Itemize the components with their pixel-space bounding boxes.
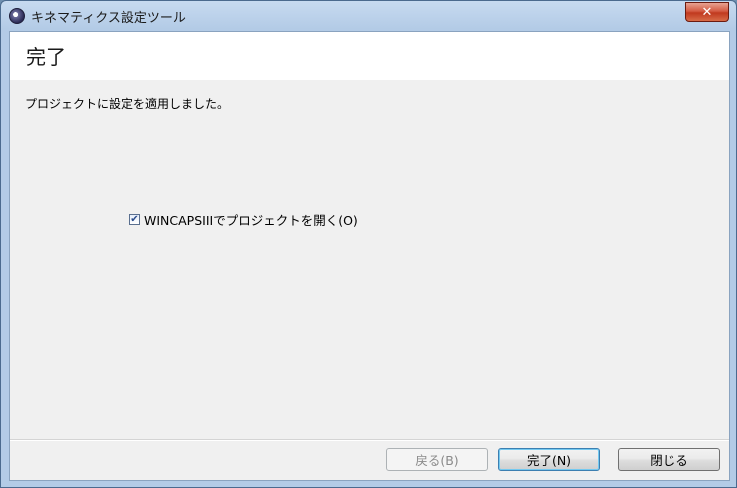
window-title: キネマティクス設定ツール (31, 11, 186, 26)
status-message: プロジェクトに設定を適用しました。 (25, 97, 230, 111)
close-button[interactable]: 閉じる (618, 448, 720, 471)
wizard-window: キネマティクス設定ツール ✕ 完了 プロジェクトに設定を適用しました。 ✔ WI… (0, 0, 737, 488)
page-title: 完了 (26, 45, 66, 69)
finish-button[interactable]: 完了(N) (498, 448, 600, 471)
open-project-checkbox[interactable]: ✔ (129, 214, 140, 225)
close-window-button[interactable]: ✕ (685, 2, 729, 22)
button-separator (10, 439, 729, 441)
close-icon: ✕ (701, 4, 713, 20)
open-project-option[interactable]: ✔ WINCAPSIIIでプロジェクトを開く(O) (129, 210, 358, 229)
app-icon[interactable] (9, 8, 25, 24)
open-project-label[interactable]: WINCAPSIIIでプロジェクトを開く(O) (144, 210, 358, 229)
wizard-content: 完了 プロジェクトに設定を適用しました。 ✔ WINCAPSIIIでプロジェクト… (9, 31, 730, 481)
page-header: 完了 (10, 32, 729, 80)
back-button[interactable]: 戻る(B) (386, 448, 488, 471)
title-bar[interactable]: キネマティクス設定ツール ✕ (1, 1, 736, 31)
